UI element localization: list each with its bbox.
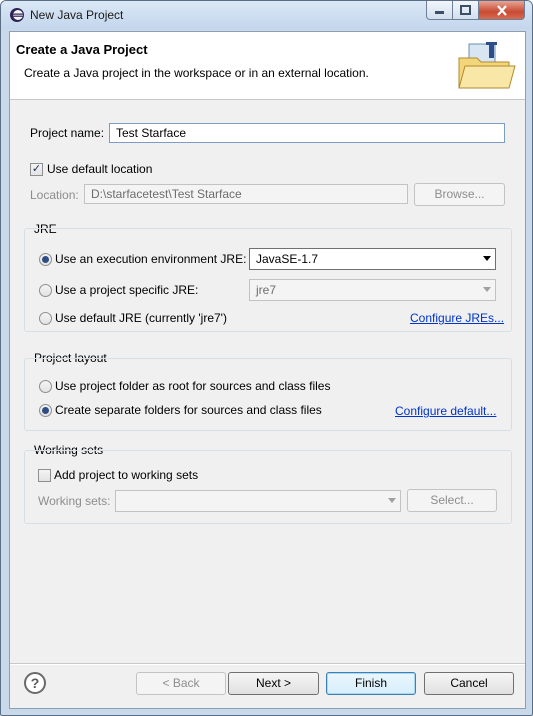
window-title: New Java Project — [30, 8, 124, 22]
new-java-project-wizard-icon — [458, 42, 516, 89]
footer-separator — [10, 663, 525, 665]
execution-env-value: JavaSE-1.7 — [256, 252, 319, 266]
configure-default-link[interactable]: Configure default... — [395, 404, 496, 418]
new-java-project-window: New Java Project Create a Java Project C… — [0, 0, 533, 716]
cancel-button[interactable]: Cancel — [424, 672, 514, 695]
finish-button[interactable]: Finish — [326, 672, 416, 695]
page-title: Create a Java Project — [16, 42, 148, 57]
page-description: Create a Java project in the workspace o… — [24, 66, 369, 80]
use-default-location-checkbox[interactable]: ✓ — [30, 163, 43, 176]
jre-execution-env-radio[interactable] — [39, 253, 52, 266]
project-layout-group — [24, 358, 512, 431]
eclipse-icon — [10, 8, 24, 22]
layout-root-folder-radio[interactable] — [39, 380, 52, 393]
location-input[interactable]: D:\starfacetest\Test Starface — [84, 184, 408, 204]
jre-default-radio[interactable] — [39, 312, 52, 325]
working-sets-group — [24, 450, 512, 524]
execution-env-select[interactable]: JavaSE-1.7 — [249, 248, 496, 270]
minimize-icon[interactable] — [426, 1, 453, 20]
chevron-down-icon — [483, 287, 491, 292]
wizard-body: Create a Java Project Create a Java proj… — [9, 31, 526, 709]
layout-separate-folders-radio[interactable] — [39, 404, 52, 417]
next-button[interactable]: Next > — [228, 672, 319, 695]
layout-separate-folders-label: Create separate folders for sources and … — [55, 403, 322, 417]
project-name-input[interactable]: Test Starface — [109, 123, 505, 143]
wizard-header: Create a Java Project Create a Java proj… — [10, 32, 525, 100]
project-jre-select[interactable]: jre7 — [249, 279, 496, 301]
maximize-icon[interactable] — [452, 1, 479, 20]
back-button[interactable]: < Back — [136, 672, 226, 695]
configure-jres-link[interactable]: Configure JREs... — [410, 311, 504, 325]
project-name-label: Project name: — [30, 126, 105, 140]
add-to-working-sets-label: Add project to working sets — [54, 468, 199, 482]
jre-default-label: Use default JRE (currently 'jre7') — [55, 311, 227, 325]
location-label: Location: — [30, 188, 79, 202]
jre-project-specific-label: Use a project specific JRE: — [55, 283, 199, 297]
chevron-down-icon — [388, 498, 396, 503]
chevron-down-icon — [483, 256, 491, 261]
working-sets-label: Working sets: — [38, 494, 111, 508]
layout-root-folder-label: Use project folder as root for sources a… — [55, 379, 331, 393]
working-sets-select[interactable] — [115, 490, 401, 512]
window-frame-edge — [526, 201, 532, 701]
jre-execution-env-label: Use an execution environment JRE: — [55, 252, 247, 266]
close-icon[interactable] — [478, 1, 525, 20]
project-jre-value: jre7 — [256, 283, 277, 297]
select-working-sets-button[interactable]: Select... — [407, 489, 497, 512]
use-default-location-label: Use default location — [47, 162, 153, 176]
add-to-working-sets-checkbox[interactable] — [38, 469, 51, 482]
title-bar[interactable]: New Java Project — [1, 1, 532, 29]
browse-button[interactable]: Browse... — [414, 183, 505, 206]
jre-project-specific-radio[interactable] — [39, 284, 52, 297]
help-icon[interactable]: ? — [24, 672, 46, 694]
